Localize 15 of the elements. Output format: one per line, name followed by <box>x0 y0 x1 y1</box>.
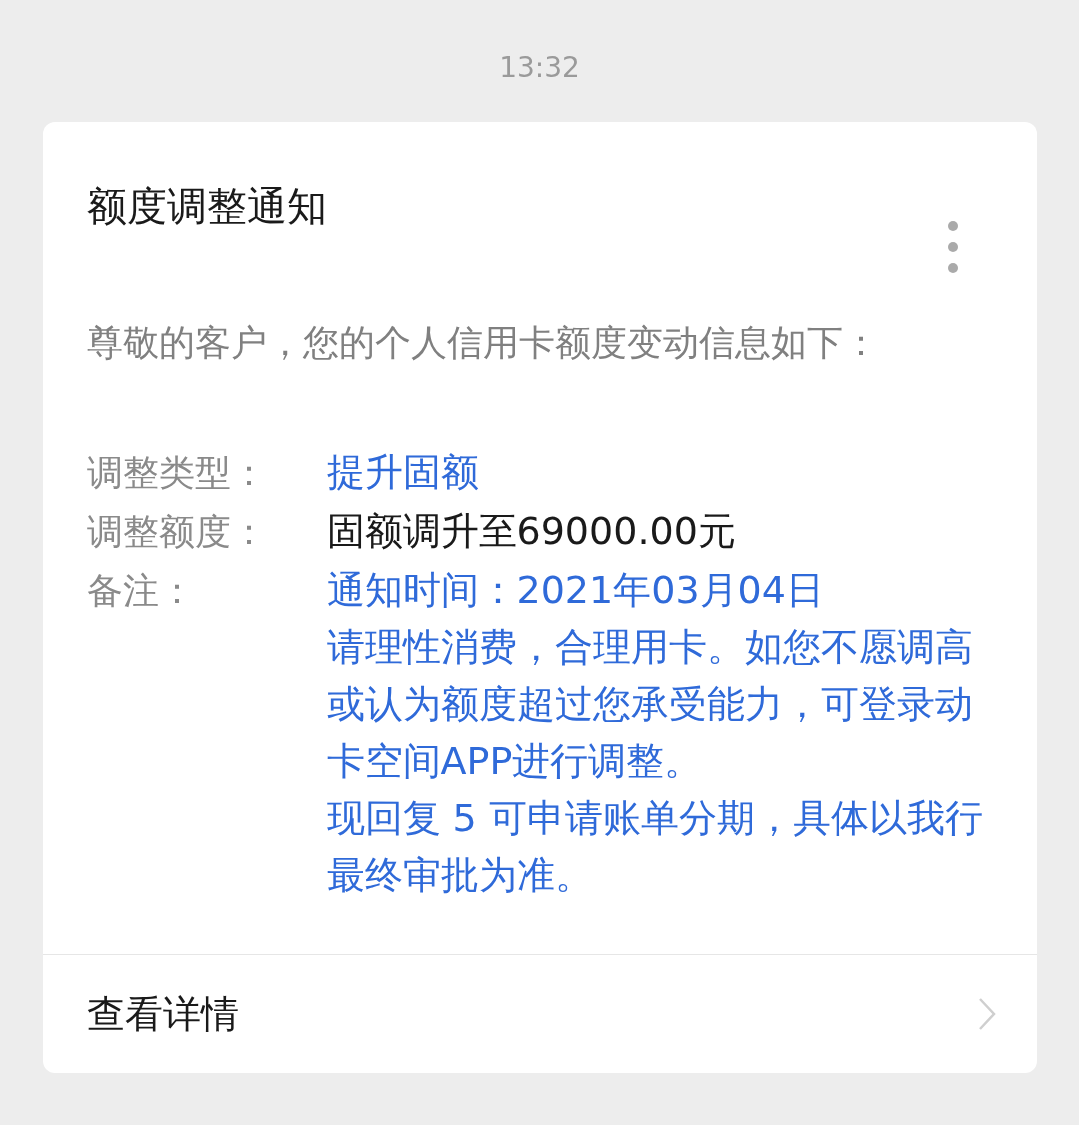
card-title: 额度调整通知 <box>86 182 327 231</box>
view-details-text: 查看详情 <box>86 990 239 1038</box>
view-details-link[interactable]: 查看详情 <box>42 954 1037 1073</box>
field-value: 通知时间：2021年03月04日 <box>326 567 825 614</box>
field-label: 备注： <box>86 569 196 613</box>
field-label: 调整类型： <box>86 451 268 495</box>
field-label: 调整额度： <box>86 510 268 554</box>
chevron-right-icon <box>976 996 997 1032</box>
intro-text: 尊敬的客户，您的个人信用卡额度变动信息如下： <box>85 321 880 365</box>
field-value: 现回复 5 可申请账单分期，具体以我行最终审批为准。 <box>326 795 984 899</box>
more-menu-icon[interactable] <box>946 220 959 274</box>
field-value: 固额调升至69000.00元 <box>326 508 737 555</box>
field-value: 请理性消费，合理用卡。如您不愿调高或认为额度超过您承受能力，可登录动卡空间APP进行调整。 <box>326 624 974 785</box>
message-time: 13:32 <box>499 50 580 86</box>
field-value: 提升固额 <box>326 449 480 496</box>
